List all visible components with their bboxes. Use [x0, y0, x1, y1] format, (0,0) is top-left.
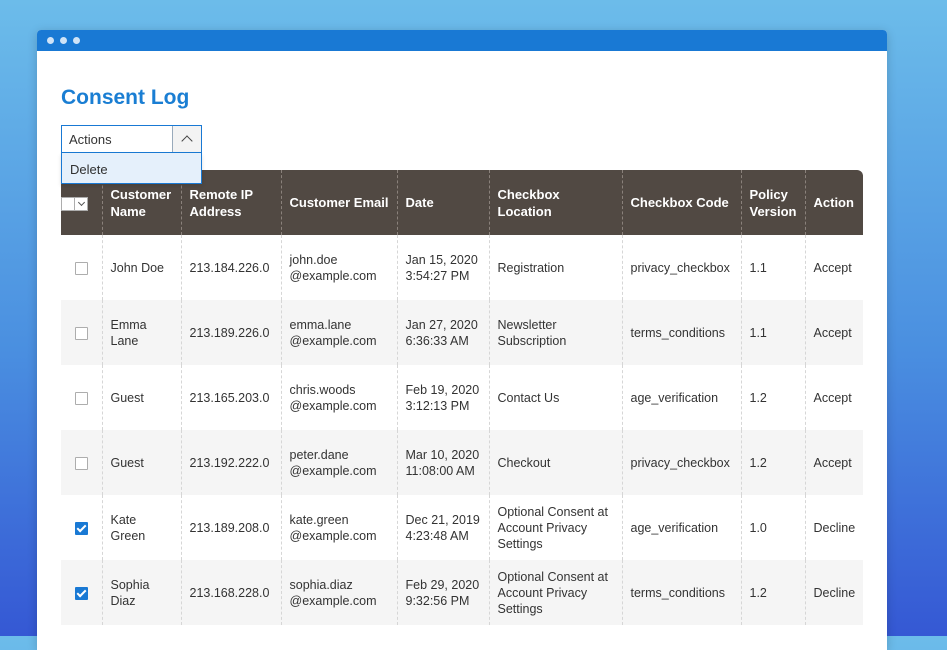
chevron-up-icon [181, 135, 193, 147]
remote-ip-cell: 213.189.226.0 [180, 300, 281, 365]
page-title: Consent Log [61, 86, 190, 109]
date-cell: Feb 29, 2020 9:32:56 PM [396, 560, 489, 625]
column-header-action[interactable]: Action [804, 170, 863, 235]
remote-ip-cell: 213.192.222.0 [180, 430, 281, 495]
remote-ip-cell: 213.168.228.0 [180, 560, 281, 625]
policy-version-cell: 1.1 [740, 235, 805, 300]
action-cell: Decline [804, 560, 863, 625]
action-cell: Accept [804, 300, 863, 365]
row-select-checkbox[interactable] [74, 261, 88, 275]
table-row[interactable]: Guest 213.165.203.0 chris.woods @example.c… [61, 365, 863, 430]
row-select-checkbox[interactable] [74, 586, 88, 600]
window-titlebar [37, 30, 887, 51]
column-header-checkbox-code[interactable]: Checkbox Code [621, 170, 741, 235]
row-select-cell [61, 430, 102, 495]
remote-ip-cell: 213.184.226.0 [180, 235, 281, 300]
table-row[interactable]: Kate Green 213.189.208.0 kate.green @examp… [61, 495, 863, 560]
column-header-customer-email[interactable]: Customer Email [280, 170, 397, 235]
checkbox-code-cell: privacy_checkbox [621, 430, 741, 495]
policy-version-cell: 1.0 [740, 495, 805, 560]
date-cell: Dec 21, 2019 4:23:48 AM [396, 495, 489, 560]
checkbox-code-cell: terms_conditions [621, 560, 741, 625]
window-dot-icon [60, 37, 67, 44]
date-cell: Jan 15, 2020 3:54:27 PM [396, 235, 489, 300]
action-cell: Decline [804, 495, 863, 560]
row-select-cell [61, 300, 102, 365]
customer-name-cell: Guest [101, 365, 181, 430]
table-row[interactable]: Sophia Diaz 213.168.228.0 sophia.diaz @exa… [61, 560, 863, 625]
checkbox-location-cell: Newsletter Subscription [488, 300, 622, 365]
row-select-cell [61, 560, 102, 625]
checkbox-location-cell: Optional Consent at Account Privacy Sett… [488, 560, 622, 625]
customer-email-cell: chris.woods @example.com [280, 365, 397, 430]
customer-name-cell[interactable]: Sophia Diaz [101, 560, 181, 625]
mass-select-dropdown[interactable] [61, 196, 88, 211]
checkbox-location-cell: Optional Consent at Account Privacy Sett… [488, 495, 622, 560]
consent-log-table: Customer Name Remote IP Address Customer… [61, 170, 863, 625]
action-cell: Accept [804, 365, 863, 430]
customer-email-cell: emma.lane @example.com [280, 300, 397, 365]
row-select-checkbox[interactable] [74, 391, 88, 405]
row-select-checkbox[interactable] [74, 521, 88, 535]
customer-email-cell: kate.green @example.com [280, 495, 397, 560]
customer-email-cell: sophia.diaz @example.com [280, 560, 397, 625]
window-dot-icon [47, 37, 54, 44]
checkbox-location-cell: Contact Us [488, 365, 622, 430]
policy-version-cell: 1.2 [740, 430, 805, 495]
customer-name-cell[interactable]: John Doe [101, 235, 181, 300]
checkbox-location-cell: Registration [488, 235, 622, 300]
row-select-cell [61, 365, 102, 430]
row-select-cell [61, 235, 102, 300]
app-window: Consent Log Actions Delete Customer Name [37, 30, 887, 650]
action-cell: Accept [804, 430, 863, 495]
chevron-down-icon[interactable] [75, 196, 88, 211]
policy-version-cell: 1.1 [740, 300, 805, 365]
customer-email-cell: peter.dane @example.com [280, 430, 397, 495]
column-header-checkbox-location[interactable]: Checkbox Location [488, 170, 622, 235]
actions-dropdown: Delete [61, 153, 202, 184]
remote-ip-cell: 213.189.208.0 [180, 495, 281, 560]
date-cell: Mar 10, 2020 11:08:00 AM [396, 430, 489, 495]
row-select-checkbox[interactable] [74, 456, 88, 470]
policy-version-cell: 1.2 [740, 560, 805, 625]
row-select-cell [61, 495, 102, 560]
date-cell: Feb 19, 2020 3:12:13 PM [396, 365, 489, 430]
customer-name-cell[interactable]: Emma Lane [101, 300, 181, 365]
checkbox-code-cell: terms_conditions [621, 300, 741, 365]
actions-label: Actions [69, 131, 112, 147]
window-dot-icon [73, 37, 80, 44]
dropdown-item-delete[interactable]: Delete [62, 153, 201, 186]
column-header-date[interactable]: Date [396, 170, 489, 235]
customer-name-cell[interactable]: Kate Green [101, 495, 181, 560]
table-row[interactable]: Guest 213.192.222.0 peter.dane @example.co… [61, 430, 863, 495]
checkbox-code-cell: age_verification [621, 365, 741, 430]
customer-name-cell: Guest [101, 430, 181, 495]
actions-select[interactable]: Actions [61, 125, 202, 153]
remote-ip-cell: 213.165.203.0 [180, 365, 281, 430]
checkbox-location-cell: Checkout [488, 430, 622, 495]
actions-toggle-button[interactable] [172, 126, 201, 152]
date-cell: Jan 27, 2020 6:36:33 AM [396, 300, 489, 365]
customer-email-cell: john.doe @example.com [280, 235, 397, 300]
policy-version-cell: 1.2 [740, 365, 805, 430]
table-row[interactable]: John Doe 213.184.226.0 john.doe @example.c… [61, 235, 863, 300]
checkbox-code-cell: age_verification [621, 495, 741, 560]
table-row[interactable]: Emma Lane 213.189.226.0 emma.lane @example… [61, 300, 863, 365]
column-header-policy-version[interactable]: Policy Version [740, 170, 805, 235]
checkbox-code-cell: privacy_checkbox [621, 235, 741, 300]
action-cell: Accept [804, 235, 863, 300]
mass-select-checkbox[interactable] [61, 196, 75, 211]
row-select-checkbox[interactable] [74, 326, 88, 340]
